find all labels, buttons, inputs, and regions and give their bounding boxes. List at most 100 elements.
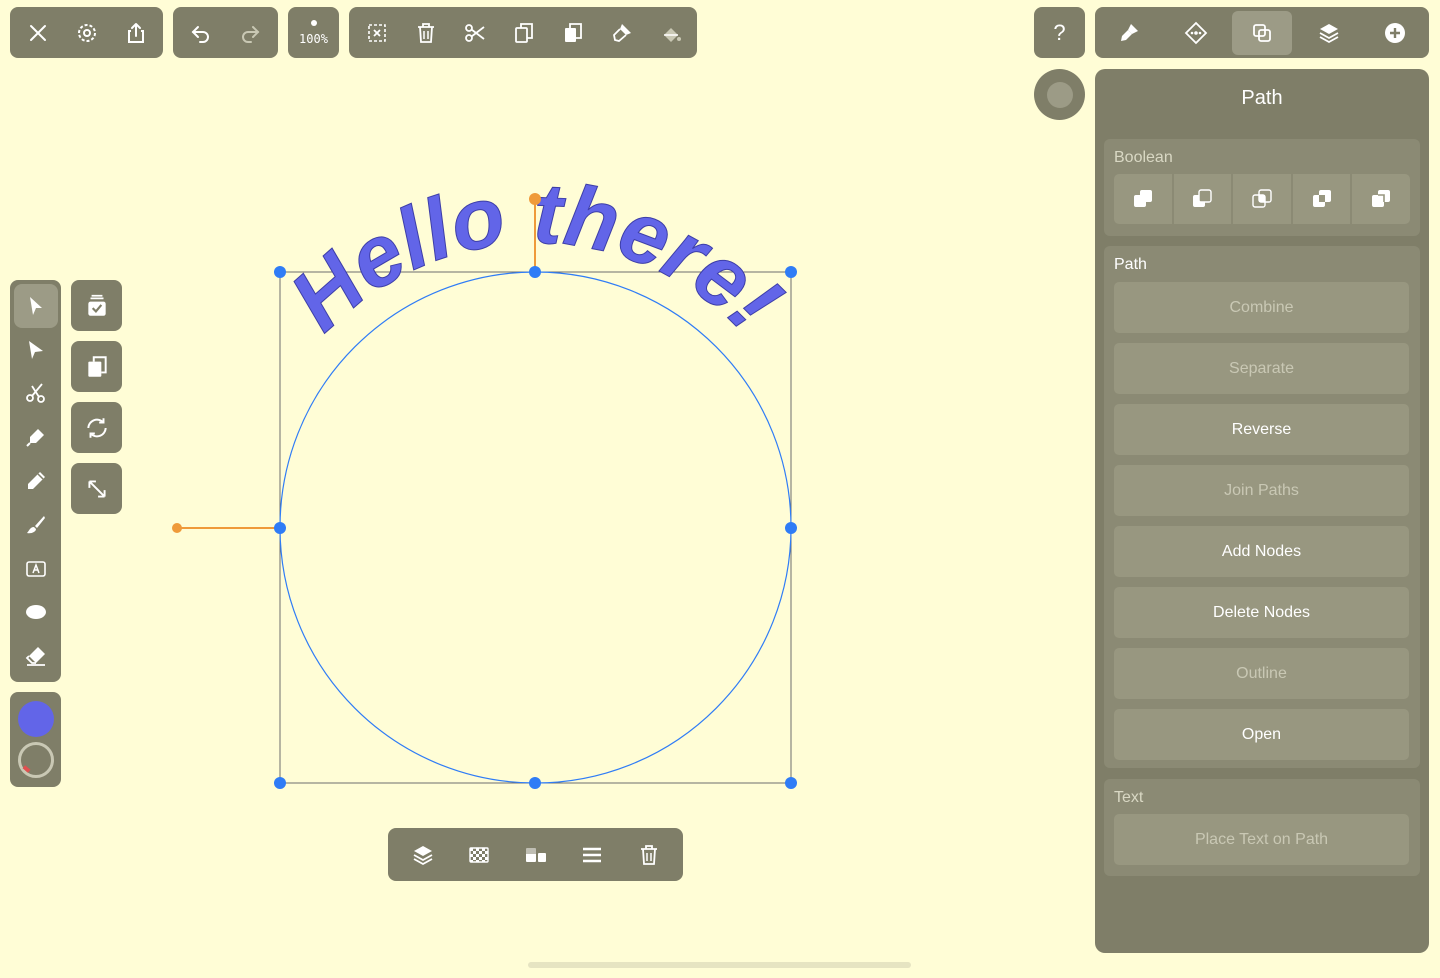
path-section-label: Path (1114, 256, 1147, 273)
tab-path[interactable] (1232, 10, 1292, 55)
pencil-tool[interactable] (14, 459, 58, 503)
scale-button[interactable] (71, 463, 122, 514)
fill-button[interactable] (646, 8, 695, 58)
stroke-color-swatch[interactable] (17, 742, 54, 779)
scissors-tool[interactable] (14, 372, 58, 416)
handle-bottom-right[interactable] (785, 777, 797, 789)
rotation-handle[interactable] (529, 193, 541, 205)
select-all-button[interactable] (71, 280, 122, 331)
delete-button[interactable] (401, 8, 450, 58)
direct-select-tool[interactable] (14, 328, 58, 372)
text-section-label: Text (1114, 789, 1144, 806)
tab-add[interactable] (1365, 8, 1425, 58)
arrow-cursor-icon (29, 296, 42, 315)
handle-bottom[interactable] (529, 777, 541, 789)
layers-stack-icon (413, 845, 432, 865)
delete-selection-button[interactable] (624, 830, 673, 880)
boolean-intersect-button[interactable] (1233, 174, 1291, 224)
close-icon (29, 24, 46, 41)
pen-nib-icon (25, 429, 44, 447)
align-button[interactable] (511, 830, 560, 880)
color-swatch-button[interactable] (1034, 69, 1085, 120)
close-button[interactable] (13, 8, 62, 58)
open-button[interactable]: Open (1114, 709, 1409, 760)
redo-button[interactable] (225, 8, 274, 58)
text-section: Text Place Text on Path (1104, 779, 1420, 876)
tool-palette (10, 280, 61, 682)
copy-icon (514, 22, 533, 43)
boolean-union-button[interactable] (1114, 174, 1172, 224)
boolean-exclude-button[interactable] (1292, 174, 1351, 224)
path-inspector-panel: Path Boolean Path Combine Separate Rever… (1095, 69, 1429, 953)
text-tool[interactable] (14, 547, 58, 591)
path-ops-icon (1253, 23, 1271, 42)
opacity-button[interactable] (455, 830, 504, 880)
handle-top-right[interactable] (785, 266, 797, 278)
shape-tool[interactable] (14, 590, 58, 634)
undo-button[interactable] (176, 8, 225, 58)
handle-bottom-left[interactable] (274, 777, 286, 789)
pen-tool[interactable] (14, 415, 58, 459)
context-toolbar (388, 828, 683, 881)
separate-button[interactable]: Separate (1114, 343, 1409, 394)
add-nodes-button[interactable]: Add Nodes (1114, 526, 1409, 577)
tab-layers[interactable] (1299, 8, 1359, 58)
intersect-icon (1252, 189, 1272, 208)
file-toolbar (10, 7, 163, 58)
eraser-tool[interactable] (14, 634, 58, 678)
edit-toolbar (349, 7, 697, 58)
home-indicator (528, 962, 911, 968)
align-layout-icon (525, 847, 546, 862)
tab-style[interactable] (1099, 8, 1159, 58)
panel-title: Path (1241, 87, 1283, 109)
text-on-path[interactable]: Hello there! (272, 165, 800, 349)
share-button[interactable] (111, 8, 160, 58)
boolean-divide-button[interactable] (1352, 174, 1410, 224)
handle-top[interactable] (529, 266, 541, 278)
scissors-icon (25, 383, 45, 404)
menu-lines-icon (583, 847, 601, 862)
paste-style-button[interactable] (597, 8, 646, 58)
pencil-icon (27, 472, 45, 490)
brush-tool[interactable] (14, 503, 58, 547)
zoom-button[interactable]: 100% (288, 7, 339, 58)
text-start-handle[interactable] (172, 523, 182, 533)
place-text-on-path-button[interactable]: Place Text on Path (1114, 814, 1409, 865)
exclude-icon (1312, 190, 1331, 207)
history-toolbar (173, 7, 278, 58)
deselect-icon (367, 23, 386, 42)
paste-icon (564, 22, 582, 42)
join-paths-button[interactable]: Join Paths (1114, 465, 1409, 516)
scissors-icon (464, 23, 485, 42)
combine-button[interactable]: Combine (1114, 282, 1409, 333)
arrange-button[interactable] (398, 830, 447, 880)
circle-path[interactable] (279, 271, 792, 784)
cut-button[interactable] (450, 8, 499, 58)
inspector-tabs (1095, 7, 1429, 58)
style-brush-icon (612, 23, 631, 42)
share-icon (127, 22, 144, 43)
paste-button[interactable] (548, 8, 597, 58)
fill-color-swatch[interactable] (17, 700, 54, 737)
boolean-section: Boolean (1104, 139, 1420, 236)
rotate-button[interactable] (71, 402, 122, 453)
rotate-icon (86, 417, 107, 438)
reverse-button[interactable]: Reverse (1114, 404, 1409, 455)
delete-nodes-button[interactable]: Delete Nodes (1114, 587, 1409, 638)
deselect-button[interactable] (352, 8, 401, 58)
handle-top-left[interactable] (274, 266, 286, 278)
settings-button[interactable] (62, 8, 111, 58)
outline-button[interactable]: Outline (1114, 648, 1409, 699)
tab-arrange[interactable] (1166, 8, 1226, 58)
duplicate-button[interactable] (71, 341, 122, 392)
duplicate-icon (87, 355, 107, 377)
copy-button[interactable] (499, 8, 548, 58)
handle-left[interactable] (274, 522, 286, 534)
handle-right[interactable] (785, 522, 797, 534)
checkbox-stack-icon (87, 294, 106, 316)
help-button[interactable]: ? (1034, 7, 1085, 58)
distribute-button[interactable] (568, 830, 617, 880)
select-tool[interactable] (13, 284, 58, 328)
boolean-subtract-button[interactable] (1173, 174, 1232, 224)
text-box-icon (25, 560, 46, 577)
